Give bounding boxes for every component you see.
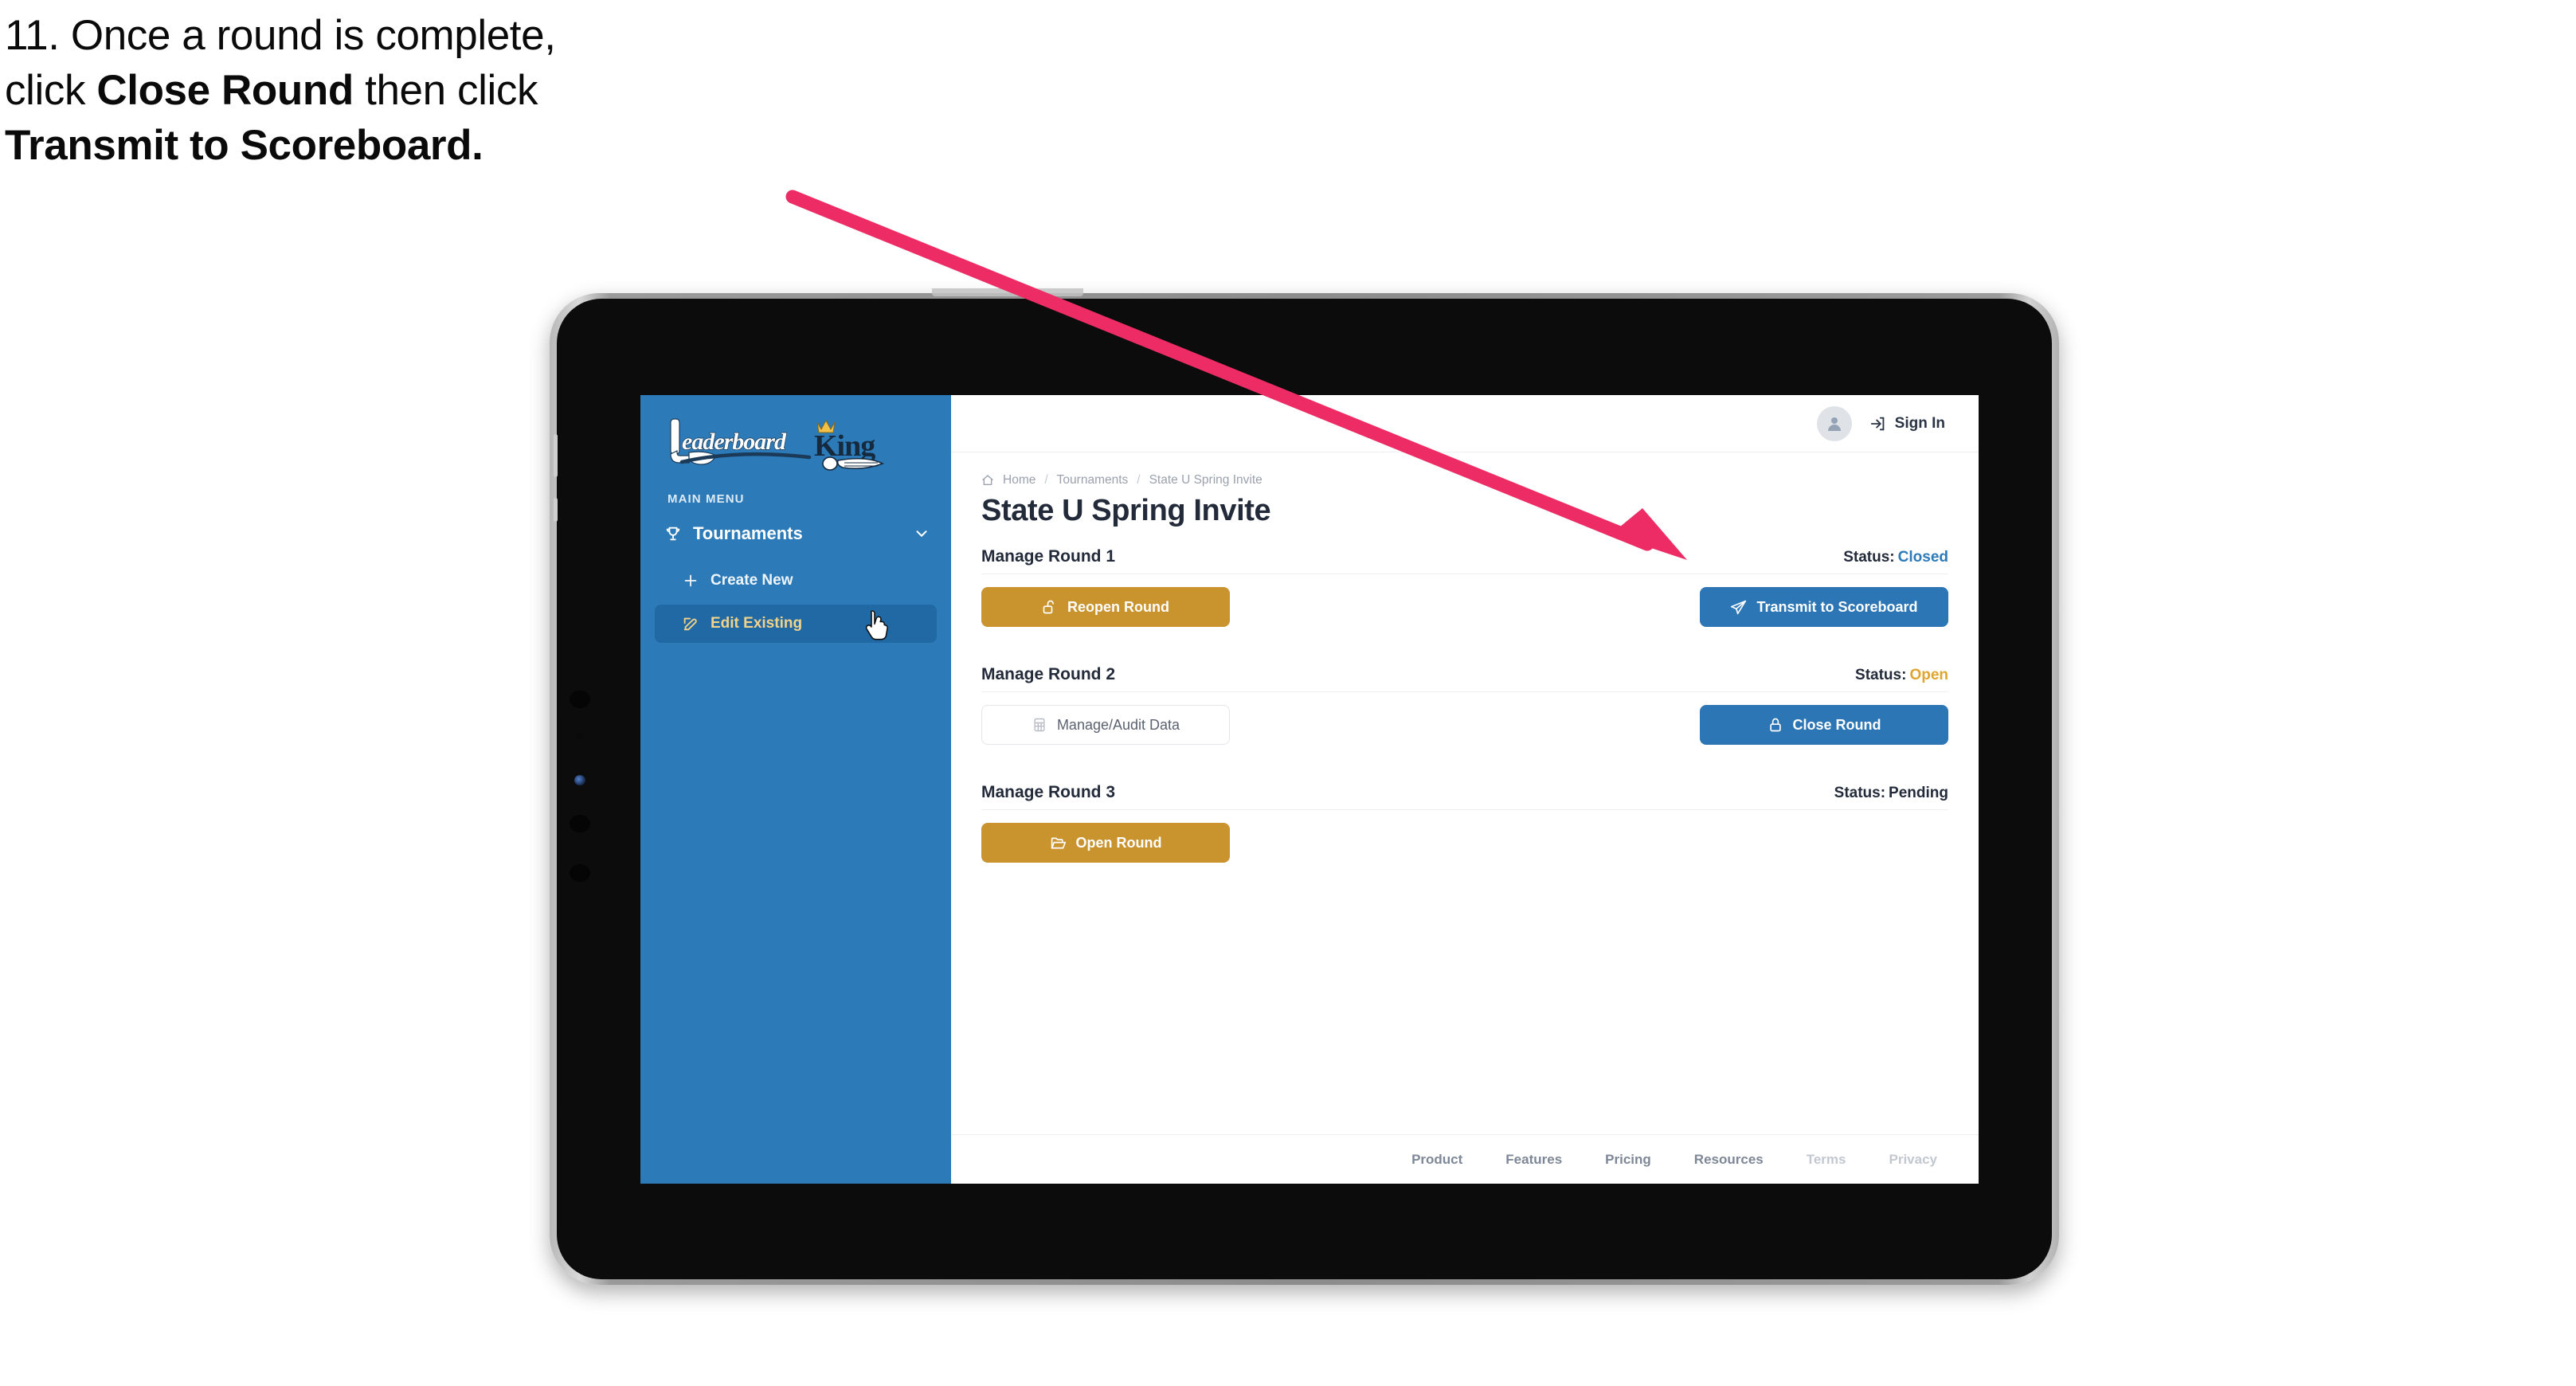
sidebar-item-edit-existing[interactable]: Edit Existing <box>655 605 937 643</box>
round-2-actions: Manage/Audit Data Close Round <box>981 705 1948 745</box>
round-2-header: Manage Round 2 Status: Open <box>981 665 1948 692</box>
login-arrow-icon <box>1870 417 1885 430</box>
round-1-status-label: Status: <box>1843 549 1895 566</box>
edit-pencil-icon <box>683 617 697 631</box>
sidebar-group-label: Tournaments <box>693 523 803 543</box>
sidebar-item-create-new[interactable]: Create New <box>655 562 937 600</box>
round-2-status: Status: Open <box>1855 667 1948 684</box>
tablet-screen: eaderboard King MAIN MENU Tournaments Cr… <box>640 395 1979 1184</box>
footer-link-resources[interactable]: Resources <box>1694 1152 1764 1168</box>
round-3-status-value: Pending <box>1889 785 1948 801</box>
chevron-down-icon[interactable] <box>913 525 930 542</box>
breadcrumb: Home / Tournaments / State U Spring Invi… <box>981 473 1948 487</box>
caption-line-2: click Close Round then click <box>5 69 865 112</box>
tablet-power-button <box>554 498 558 522</box>
round-1-name: Manage Round 1 <box>981 547 1116 566</box>
footer-link-terms[interactable]: Terms <box>1807 1152 1846 1168</box>
breadcrumb-item-home[interactable]: Home <box>1003 473 1035 487</box>
app-window: eaderboard King MAIN MENU Tournaments Cr… <box>640 395 1979 1184</box>
main-content: Sign In Home / Tournaments / State U Spr… <box>951 395 1979 1184</box>
tablet-top-notch <box>932 288 1083 296</box>
svg-text:King: King <box>814 429 875 463</box>
caption-line-1: 11. Once a round is complete, <box>5 12 556 59</box>
sidebar-group-tournaments[interactable]: Tournaments <box>640 506 951 557</box>
tablet-sensor-2 <box>577 734 583 740</box>
trophy-icon <box>666 527 680 541</box>
round-2-name: Manage Round 2 <box>981 665 1116 683</box>
instruction-caption: 11. Once a round is complete, click Clos… <box>5 14 865 179</box>
round-section-2: Manage Round 2 Status: Open Manage/Audit… <box>981 665 1948 745</box>
top-bar: Sign In <box>951 395 1979 452</box>
round-2-status-value: Open <box>1909 667 1948 683</box>
round-2-status-label: Status: <box>1855 667 1907 683</box>
tablet-sensor-1 <box>570 691 590 708</box>
breadcrumb-separator-2: / <box>1137 473 1141 487</box>
open-folder-icon <box>1051 837 1066 848</box>
sidebar-item-edit-existing-label: Edit Existing <box>711 615 803 632</box>
app-logo[interactable]: eaderboard King <box>640 395 951 481</box>
round-section-3: Manage Round 3 Status: Pending Open Roun… <box>981 783 1948 863</box>
leaderboard-king-logo-icon: eaderboard King <box>670 418 885 471</box>
round-1-actions: Reopen Round Transmit to Scoreboard <box>981 587 1948 627</box>
grid-table-icon <box>1034 718 1045 732</box>
round-3-name: Manage Round 3 <box>981 783 1116 801</box>
home-icon[interactable] <box>981 474 994 487</box>
round-1-status-value: Closed <box>1897 549 1948 566</box>
pointing-hand-cursor <box>865 610 888 640</box>
caption-line2-post: then click <box>353 67 538 114</box>
footer-nav: Product Features Pricing Resources Terms… <box>951 1134 1979 1184</box>
footer-link-privacy[interactable]: Privacy <box>1889 1152 1938 1168</box>
close-round-button[interactable]: Close Round <box>1700 705 1948 745</box>
screenshot-root: 11. Once a round is complete, click Clos… <box>0 0 2576 1386</box>
sidebar-section-label: MAIN MENU <box>667 492 745 506</box>
tablet-sensor-4 <box>570 864 590 882</box>
breadcrumb-item-tournaments[interactable]: Tournaments <box>1057 473 1129 487</box>
round-3-status-label: Status: <box>1834 785 1886 801</box>
lock-icon <box>1769 718 1781 732</box>
sidebar-item-create-new-label: Create New <box>711 572 793 589</box>
open-round-button[interactable]: Open Round <box>981 823 1230 863</box>
manage-audit-data-button[interactable]: Manage/Audit Data <box>981 705 1230 745</box>
avatar[interactable] <box>1816 405 1852 441</box>
caption-line2-bold: Close Round <box>96 67 354 114</box>
caption-line2-pre: click <box>5 67 97 114</box>
caption-line3-bold: Transmit to Scoreboard. <box>5 122 483 169</box>
close-round-label: Close Round <box>1792 716 1881 733</box>
tablet-camera-lens <box>574 775 585 785</box>
unlock-icon <box>1043 600 1054 614</box>
round-1-header: Manage Round 1 Status: Closed <box>981 547 1948 574</box>
breadcrumb-item-current: State U Spring Invite <box>1149 473 1263 487</box>
round-3-header: Manage Round 3 Status: Pending <box>981 783 1948 810</box>
tablet-volume-button <box>554 434 558 477</box>
sidebar: eaderboard King MAIN MENU Tournaments Cr… <box>640 395 951 1184</box>
transmit-to-scoreboard-label: Transmit to Scoreboard <box>1756 598 1918 615</box>
page-title: State U Spring Invite <box>981 494 1271 527</box>
paper-plane-icon <box>1731 600 1747 614</box>
footer-link-features[interactable]: Features <box>1505 1152 1562 1168</box>
round-3-status: Status: Pending <box>1834 785 1948 802</box>
breadcrumb-separator-1: / <box>1044 473 1048 487</box>
footer-link-product[interactable]: Product <box>1411 1152 1462 1168</box>
caption-line-3: Transmit to Scoreboard. <box>5 124 865 166</box>
page-content: Home / Tournaments / State U Spring Invi… <box>951 452 1979 1134</box>
plus-icon <box>684 574 697 587</box>
sign-in-label: Sign In <box>1894 414 1945 432</box>
round-3-actions: Open Round <box>981 823 1948 863</box>
round-3-right-placeholder <box>1700 823 1948 863</box>
svg-text:eaderboard: eaderboard <box>682 429 787 455</box>
round-1-status: Status: Closed <box>1843 549 1948 566</box>
user-avatar-icon <box>1827 417 1841 431</box>
round-section-1: Manage Round 1 Status: Closed Reopen Rou… <box>981 547 1948 627</box>
reopen-round-button[interactable]: Reopen Round <box>981 587 1230 627</box>
open-round-label: Open Round <box>1075 834 1162 851</box>
footer-link-pricing[interactable]: Pricing <box>1605 1152 1651 1168</box>
sign-in-button[interactable]: Sign In <box>1865 412 1950 436</box>
transmit-to-scoreboard-button[interactable]: Transmit to Scoreboard <box>1700 587 1948 627</box>
reopen-round-label: Reopen Round <box>1067 598 1169 615</box>
tablet-sensor-3 <box>570 815 590 832</box>
manage-audit-data-label: Manage/Audit Data <box>1056 716 1180 733</box>
